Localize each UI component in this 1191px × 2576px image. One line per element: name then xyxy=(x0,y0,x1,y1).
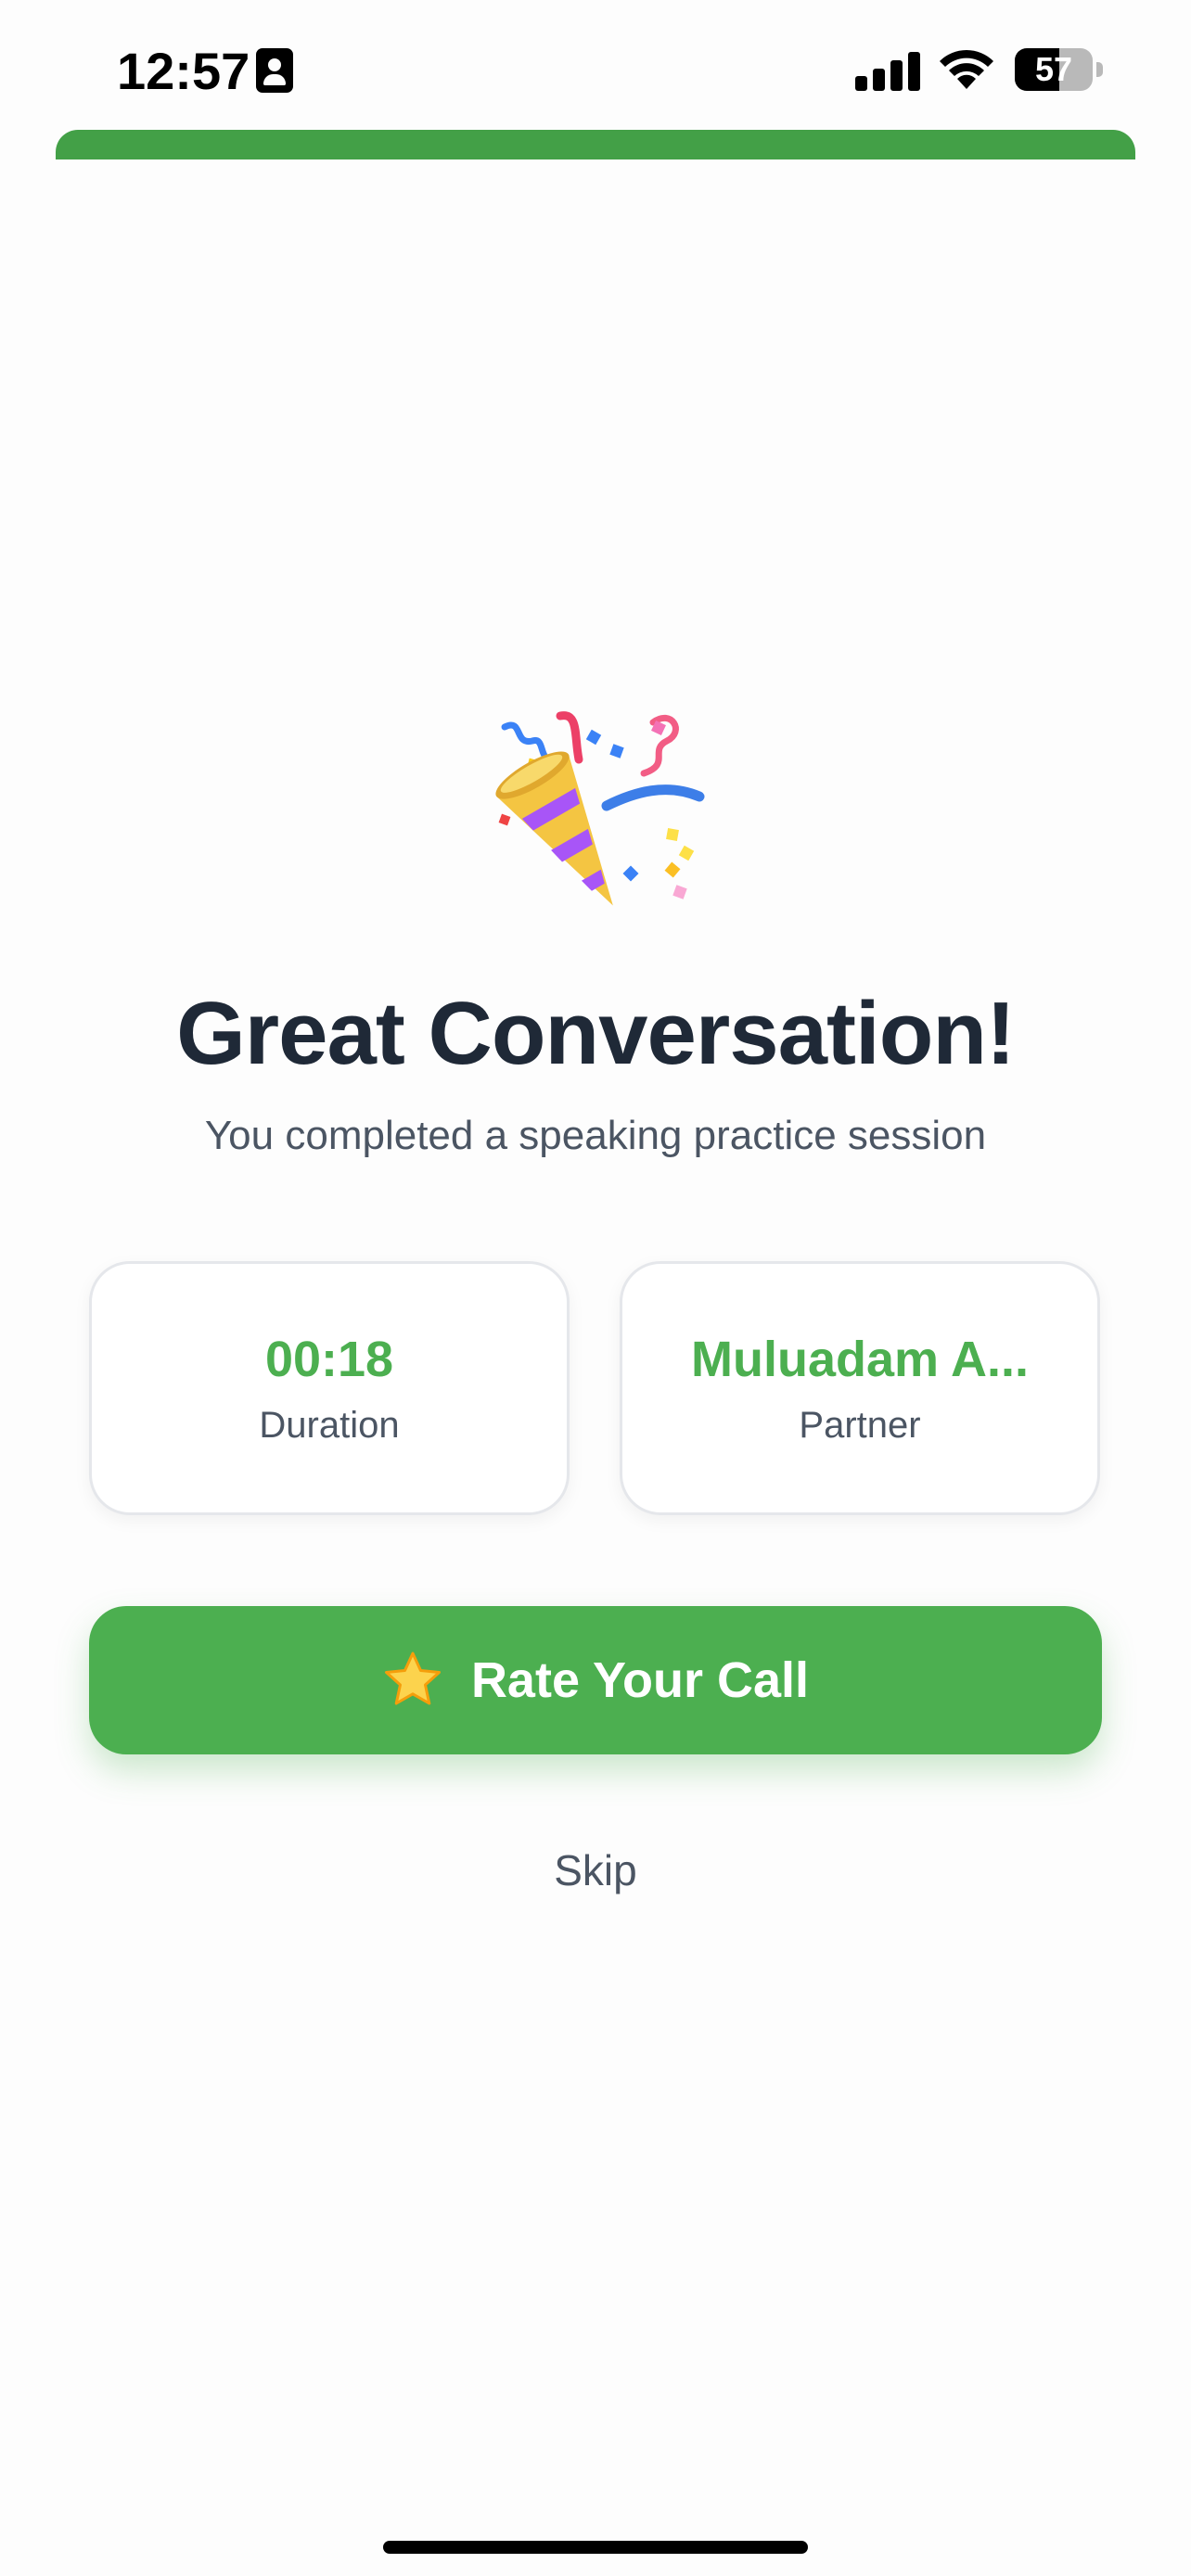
session-complete-screen: 12:57 57 Great Conversation! You complet… xyxy=(0,0,1191,2576)
partner-label: Partner xyxy=(799,1405,921,1446)
page-subtitle: You completed a speaking practice sessio… xyxy=(204,1113,987,1158)
page-title: Great Conversation! xyxy=(176,984,1016,1083)
battery-icon: 57 xyxy=(1015,48,1108,93)
party-popper-icon xyxy=(495,711,705,906)
duration-card: 00:18 Duration xyxy=(89,1261,570,1515)
partner-card: Muluadam A... Partner xyxy=(620,1261,1100,1515)
star-icon xyxy=(384,1651,441,1705)
rate-call-button[interactable]: Rate Your Call xyxy=(89,1606,1102,1754)
duration-label: Duration xyxy=(259,1405,400,1446)
status-time: 12:57 xyxy=(117,42,250,100)
home-indicator[interactable] xyxy=(383,2541,808,2554)
session-progress-fill xyxy=(56,130,1135,159)
contact-card-icon xyxy=(256,48,293,93)
wifi-icon xyxy=(940,49,993,89)
session-progress-bar xyxy=(56,130,1135,159)
skip-button[interactable]: Skip xyxy=(0,1845,1191,1895)
status-bar: 12:57 57 xyxy=(0,0,1191,130)
cellular-signal-icon xyxy=(855,50,920,91)
battery-level: 57 xyxy=(1034,50,1073,88)
partner-value: Muluadam A... xyxy=(690,1332,1030,1387)
duration-value: 00:18 xyxy=(264,1332,394,1387)
rate-call-label: Rate Your Call xyxy=(470,1652,810,1708)
